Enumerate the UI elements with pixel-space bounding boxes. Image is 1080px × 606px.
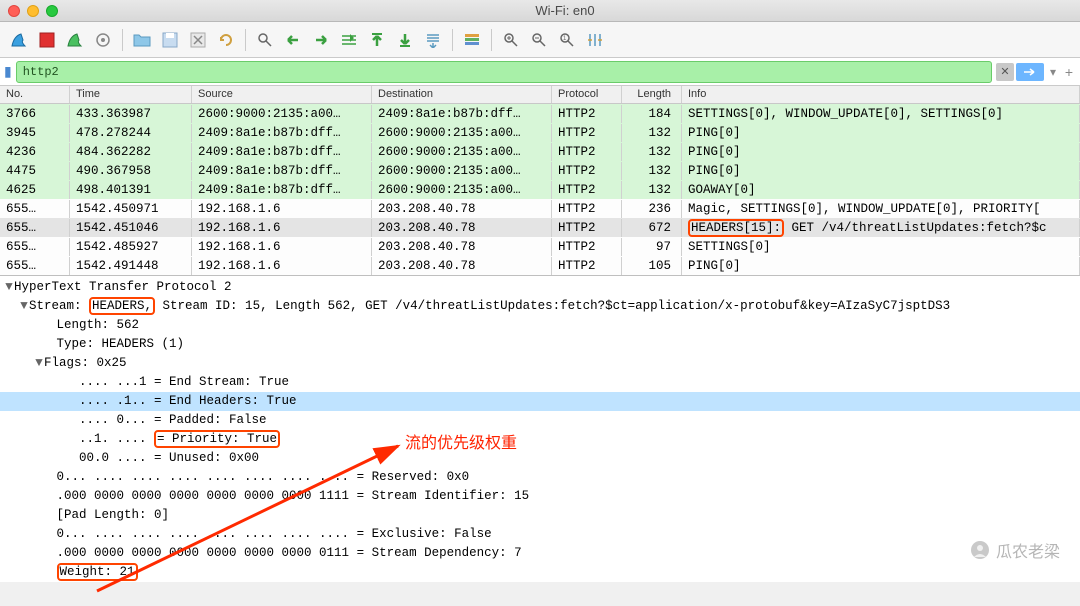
shark-fin-icon[interactable] [6, 27, 32, 53]
details-length[interactable]: Length: 562 [57, 318, 140, 332]
stop-capture-button[interactable] [34, 27, 60, 53]
last-packet-button[interactable] [392, 27, 418, 53]
packet-list-header: No. Time Source Destination Protocol Len… [0, 86, 1080, 104]
headers-info-highlight: HEADERS[15]: [688, 219, 784, 237]
zoom-reset-button[interactable]: 1 [554, 27, 580, 53]
close-file-button[interactable] [185, 27, 211, 53]
find-button[interactable] [252, 27, 278, 53]
open-file-button[interactable] [129, 27, 155, 53]
colorize-button[interactable] [459, 27, 485, 53]
clear-filter-button[interactable]: ✕ [996, 63, 1014, 81]
table-row[interactable]: 4475490.3679582409:8a1e:b87b:dff…2600:90… [0, 161, 1080, 180]
table-row[interactable]: 3945478.2782442409:8a1e:b87b:dff…2600:90… [0, 123, 1080, 142]
details-root[interactable]: HyperText Transfer Protocol 2 [14, 280, 232, 294]
col-time[interactable]: Time [70, 86, 192, 103]
prev-packet-button[interactable] [280, 27, 306, 53]
table-row[interactable]: 3766433.3639872600:9000:2135:a00…2409:8a… [0, 104, 1080, 123]
maximize-window-button[interactable] [46, 5, 58, 17]
table-row[interactable]: 655…1542.450971192.168.1.6203.208.40.78H… [0, 199, 1080, 218]
filter-bar: ▮ http2 ✕ ▾ + [0, 58, 1080, 86]
zoom-in-button[interactable] [498, 27, 524, 53]
details-stream-pre: Stream: [29, 299, 89, 313]
toolbar: 1 [0, 22, 1080, 58]
table-row[interactable]: 655…1542.485927192.168.1.6203.208.40.78H… [0, 237, 1080, 256]
col-info[interactable]: Info [682, 86, 1080, 103]
titlebar: Wi-Fi: en0 [0, 0, 1080, 22]
col-protocol[interactable]: Protocol [552, 86, 622, 103]
window-title: Wi-Fi: en0 [58, 3, 1072, 18]
col-length[interactable]: Length [622, 86, 682, 103]
priority-highlight: = Priority: True [154, 430, 280, 448]
col-no[interactable]: No. [0, 86, 70, 103]
filter-dropdown-button[interactable]: ▾ [1046, 63, 1060, 81]
apply-filter-button[interactable] [1016, 63, 1044, 81]
save-file-button[interactable] [157, 27, 183, 53]
table-row[interactable]: 4625498.4013912409:8a1e:b87b:dff…2600:90… [0, 180, 1080, 199]
display-filter-input[interactable]: http2 [16, 61, 992, 83]
first-packet-button[interactable] [364, 27, 390, 53]
add-filter-button[interactable]: + [1062, 63, 1076, 81]
details-flags[interactable]: Flags: 0x25 [44, 356, 127, 370]
packet-list[interactable]: 3766433.3639872600:9000:2135:a00…2409:8a… [0, 104, 1080, 275]
details-stream-id[interactable]: .000 0000 0000 0000 0000 0000 0000 1111 … [57, 489, 530, 503]
zoom-out-button[interactable] [526, 27, 552, 53]
annotation-text: 流的优先级权重 [405, 434, 517, 453]
table-row[interactable]: 4236484.3622822409:8a1e:b87b:dff…2600:90… [0, 142, 1080, 161]
details-exclusive[interactable]: 0... .... .... .... .... .... .... .... … [57, 527, 492, 541]
close-window-button[interactable] [8, 5, 20, 17]
restart-capture-button[interactable] [62, 27, 88, 53]
headers-highlight: HEADERS, [89, 297, 155, 315]
details-type[interactable]: Type: HEADERS (1) [57, 337, 185, 351]
details-stream-dep[interactable]: .000 0000 0000 0000 0000 0000 0000 0111 … [57, 546, 522, 560]
flag-end-stream[interactable]: .... ...1 = End Stream: True [79, 375, 289, 389]
weight-highlight: Weight: 21 [57, 563, 138, 581]
packet-details[interactable]: ▼HyperText Transfer Protocol 2 ▼Stream: … [0, 275, 1080, 582]
next-packet-button[interactable] [308, 27, 334, 53]
table-row[interactable]: 655…1542.491448192.168.1.6203.208.40.78H… [0, 256, 1080, 275]
resize-columns-button[interactable] [582, 27, 608, 53]
flag-end-headers[interactable]: .... .1.. = End Headers: True [79, 394, 297, 408]
auto-scroll-button[interactable] [420, 27, 446, 53]
flag-unused[interactable]: 00.0 .... = Unused: 0x00 [79, 451, 259, 465]
flag-priority-pre: ..1. .... [79, 432, 154, 446]
reload-button[interactable] [213, 27, 239, 53]
minimize-window-button[interactable] [27, 5, 39, 17]
options-button[interactable] [90, 27, 116, 53]
table-row[interactable]: 655…1542.451046192.168.1.6203.208.40.78H… [0, 218, 1080, 237]
col-source[interactable]: Source [192, 86, 372, 103]
watermark: 瓜农老梁 [970, 538, 1060, 562]
details-pad-length[interactable]: [Pad Length: 0] [57, 508, 170, 522]
traffic-lights [8, 5, 58, 17]
col-destination[interactable]: Destination [372, 86, 552, 103]
filter-text: http2 [23, 65, 59, 79]
goto-packet-button[interactable] [336, 27, 362, 53]
flag-padded[interactable]: .... 0... = Padded: False [79, 413, 267, 427]
details-reserved[interactable]: 0... .... .... .... .... .... .... .... … [57, 470, 470, 484]
details-stream-post: Stream ID: 15, Length 562, GET /v4/threa… [155, 299, 950, 313]
bookmark-icon[interactable]: ▮ [4, 63, 12, 80]
